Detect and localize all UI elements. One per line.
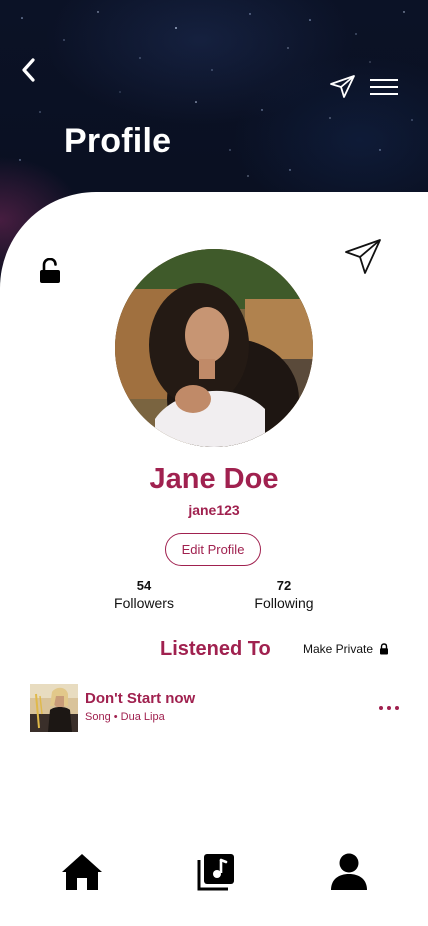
- unlocked-padlock-icon[interactable]: [38, 258, 62, 284]
- more-options-icon[interactable]: [378, 698, 400, 718]
- profile-screen: Profile Jane Doe jane123 Edit Profile 54…: [0, 0, 428, 926]
- make-private-label: Make Private: [303, 642, 374, 656]
- paper-plane-icon[interactable]: [329, 74, 356, 99]
- home-icon[interactable]: [60, 852, 104, 892]
- followers-stat[interactable]: 54 Followers: [94, 578, 194, 611]
- following-count: 72: [276, 578, 292, 593]
- user-icon[interactable]: [329, 852, 369, 892]
- avatar-photo: [115, 249, 313, 447]
- listened-to-title: Listened To: [160, 638, 271, 660]
- padlock-icon: [380, 643, 389, 655]
- music-library-icon[interactable]: [196, 852, 236, 892]
- page-title: Profile: [64, 122, 172, 160]
- album-art: [30, 684, 78, 732]
- chevron-left-icon[interactable]: [16, 56, 42, 84]
- paper-plane-icon[interactable]: [343, 236, 383, 276]
- profile-username: jane123: [188, 502, 240, 518]
- list-item[interactable]: Don't Start now Song • Dua Lipa: [30, 684, 402, 734]
- following-stat[interactable]: 72 Following: [234, 578, 334, 611]
- album-cover-image: [30, 684, 78, 732]
- followers-label: Followers: [114, 595, 174, 611]
- hamburger-menu-icon[interactable]: [370, 78, 398, 96]
- track-subtitle: Song • Dua Lipa: [85, 711, 165, 723]
- track-title: Don't Start now: [85, 690, 196, 707]
- bottom-nav: [0, 840, 428, 926]
- edit-profile-button[interactable]: Edit Profile: [165, 533, 261, 566]
- profile-name: Jane Doe: [149, 463, 279, 495]
- make-private-toggle[interactable]: Make Private: [303, 642, 389, 656]
- following-label: Following: [254, 595, 314, 611]
- avatar: [115, 249, 313, 447]
- followers-count: 54: [136, 578, 152, 593]
